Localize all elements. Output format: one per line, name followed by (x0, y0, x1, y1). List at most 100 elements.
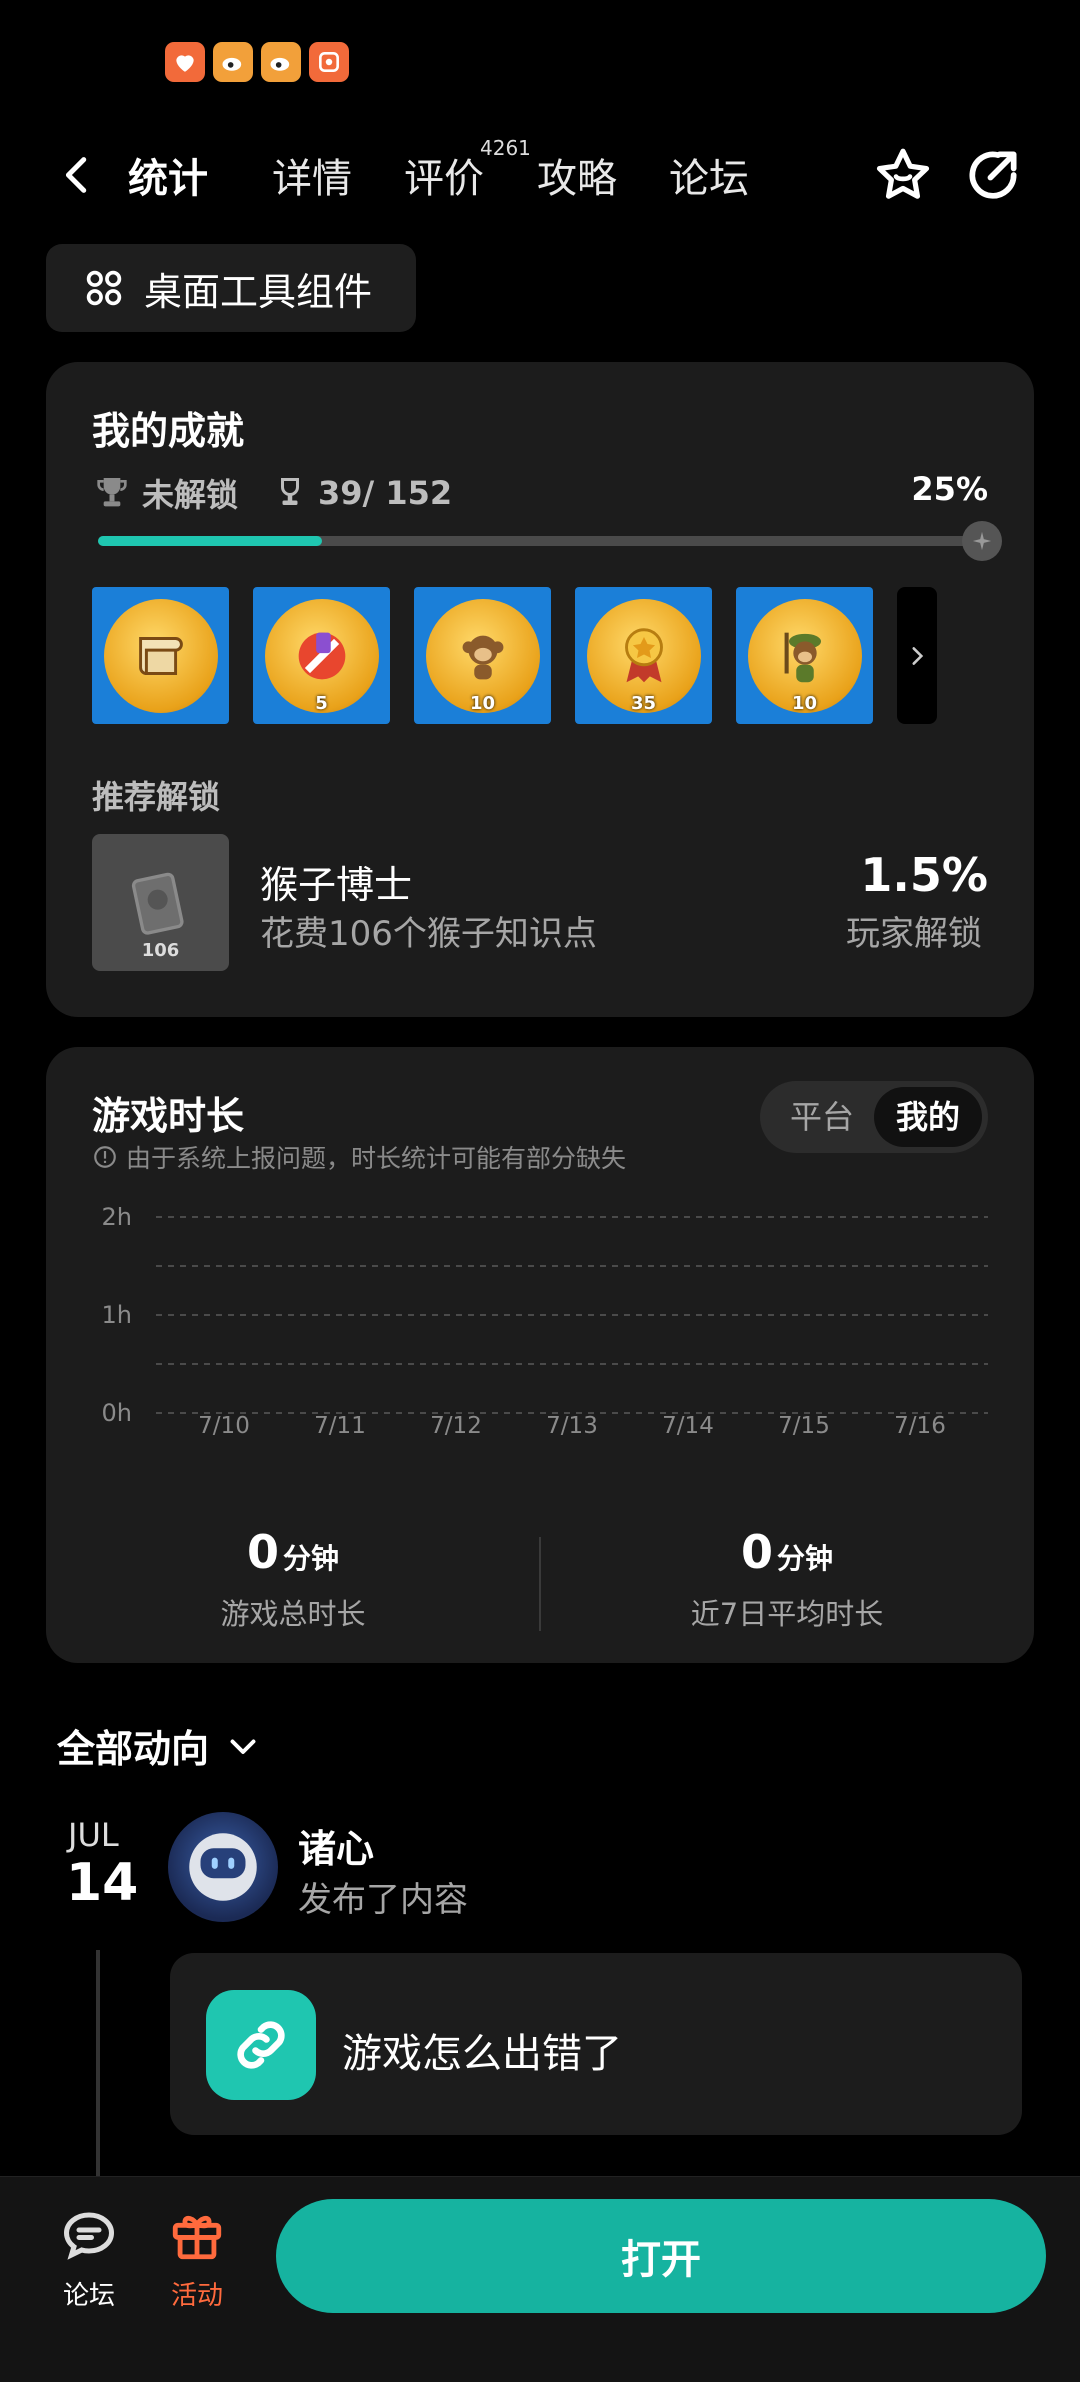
open-game-button[interactable]: 打开 (276, 2199, 1046, 2313)
share-button[interactable] (962, 144, 1024, 206)
x-tick-label: 7/12 (430, 1413, 482, 1437)
feed-date-month: JUL (68, 1816, 119, 1854)
achievement-percent: 25% (911, 470, 988, 508)
achievement-count: 39/ 152 (318, 474, 453, 512)
forum-label: 论坛 (62, 2281, 115, 2311)
monkey-icon (462, 635, 503, 679)
tab-forum[interactable]: 论坛 (669, 146, 749, 204)
playtime-card: 游戏时长 由于系统上报问题，时长统计可能有部分缺失 平台 我的 2h 1h 0h 7/… (46, 1047, 1034, 1663)
x-tick-label: 7/16 (894, 1413, 946, 1437)
badge-count: 10 (791, 693, 818, 714)
playtime-note-text: 由于系统上报问题，时长统计可能有部分缺失 (126, 1144, 627, 1173)
top-nav: 统计 详情 评价 4261 攻略 论坛 (0, 136, 1080, 210)
desktop-widget-button[interactable]: 桌面工具组件 (46, 244, 416, 332)
app-notification-icon (309, 42, 349, 82)
post-text: 游戏怎么出错了 (342, 2031, 622, 2077)
achievement-badge[interactable] (92, 587, 229, 724)
review-count-badge: 4261 (480, 136, 531, 160)
feed-date-day: 14 (66, 1853, 139, 1913)
chevron-left-icon (65, 157, 87, 193)
avatar[interactable] (168, 1812, 278, 1922)
badge-count: 10 (469, 693, 496, 714)
achievement-badge[interactable]: 10 (736, 587, 873, 724)
share-icon (969, 151, 1017, 199)
post-card[interactable]: 游戏怎么出错了 (170, 1953, 1022, 2135)
scroll-icon (138, 636, 183, 675)
recommended-badge[interactable]: 106 (92, 834, 229, 971)
playtime-title: 游戏时长 (92, 1094, 245, 1138)
gift-icon (172, 2215, 222, 2260)
achievement-stats: 未解锁 39/ 152 (92, 470, 452, 516)
trophy-icon (97, 478, 127, 507)
recommended-unlock-percent: 1.5% (860, 848, 988, 902)
bottom-action-bar: 论坛 活动 打开 (0, 2176, 1080, 2382)
achievements-title: 我的成就 (92, 409, 245, 453)
tab-details[interactable]: 详情 (272, 146, 352, 204)
back-button[interactable] (55, 152, 101, 198)
feed-username[interactable]: 诸心 (298, 1818, 374, 1873)
forum-button[interactable]: 论坛 (44, 2207, 134, 2312)
sparkle-icon (972, 531, 992, 551)
progress-end-marker (962, 521, 1002, 561)
playtime-toggle: 平台 我的 (760, 1081, 988, 1153)
x-tick-label: 7/11 (314, 1413, 366, 1437)
desktop-widget-label: 桌面工具组件 (144, 269, 373, 314)
widget-grid-icon (86, 270, 122, 306)
achievement-progress-fill (98, 536, 322, 546)
activity-button[interactable]: 活动 (152, 2207, 242, 2312)
achievements-card[interactable]: 我的成就 未解锁 39/ 152 25% 5 10 35 10 推荐解锁 106… (46, 362, 1034, 1017)
x-tick-label: 7/10 (198, 1413, 250, 1437)
star-icon (876, 148, 930, 199)
tab-guides[interactable]: 攻略 (537, 146, 617, 204)
recommended-unlock-title: 推荐解锁 (92, 778, 221, 816)
achievement-progress-bar (98, 521, 1002, 561)
y-tick-label: 1h (102, 1301, 132, 1329)
recommended-description: 花费106个猴子知识点 (260, 914, 597, 954)
average-playtime-label: 近7日平均时长 (690, 1597, 884, 1631)
book-icon (131, 872, 184, 935)
cancel-icon (298, 632, 345, 679)
x-tick-label: 7/15 (778, 1413, 830, 1437)
average-playtime-value: 0 (740, 1525, 773, 1579)
y-tick-label: 0h (102, 1399, 132, 1427)
average-playtime: 0 分钟 近7日平均时长 (540, 1525, 1034, 1633)
chat-bubble-icon (63, 2212, 115, 2260)
all-activity-dropdown[interactable]: 全部动向 (57, 1718, 261, 1773)
locked-label: 未解锁 (142, 476, 239, 514)
robot-avatar-icon (189, 1833, 257, 1901)
timeline-line (96, 1950, 100, 2180)
badge-count: 35 (630, 693, 657, 714)
weibo-icon (213, 42, 253, 82)
x-tick-label: 7/13 (546, 1413, 598, 1437)
achievement-badge-row: 5 10 35 10 (92, 587, 937, 724)
y-tick-label: 2h (102, 1207, 132, 1231)
badge-count: 5 (315, 693, 328, 714)
tab-stats[interactable]: 统计 (128, 146, 208, 204)
average-playtime-unit: 分钟 (777, 1542, 834, 1575)
playtime-note: 由于系统上报问题，时长统计可能有部分缺失 (92, 1139, 626, 1175)
favorite-button[interactable] (872, 144, 934, 206)
playtime-chart: 2h 1h 0h 7/10 7/11 7/12 7/13 7/14 7/15 7/16 (102, 1207, 988, 1437)
total-playtime-label: 游戏总时长 (220, 1597, 366, 1631)
info-icon (94, 1146, 116, 1168)
toggle-mine[interactable]: 我的 (874, 1087, 982, 1147)
notification-icons (165, 42, 349, 82)
achievement-badge[interactable]: 5 (253, 587, 390, 724)
weibo-icon (261, 42, 301, 82)
total-playtime-unit: 分钟 (283, 1542, 340, 1575)
link-icon (206, 1990, 316, 2100)
toggle-platform[interactable]: 平台 (770, 1081, 874, 1153)
more-badges-button[interactable] (897, 587, 937, 724)
all-activity-label: 全部动向 (57, 1727, 210, 1771)
chevron-down-icon (230, 1739, 256, 1754)
feed-action: 发布了内容 (298, 1880, 468, 1920)
achievement-badge[interactable]: 35 (575, 587, 712, 724)
app-notification-icon (165, 42, 205, 82)
x-tick-label: 7/14 (662, 1413, 714, 1437)
recommended-unlock-label: 玩家解锁 (846, 914, 982, 954)
soldier-monkey-icon (784, 632, 821, 682)
tab-reviews[interactable]: 评价 (404, 146, 484, 204)
recommended-name: 猴子博士 (260, 863, 413, 907)
achievement-badge[interactable]: 10 (414, 587, 551, 724)
chevron-right-icon (912, 646, 924, 665)
